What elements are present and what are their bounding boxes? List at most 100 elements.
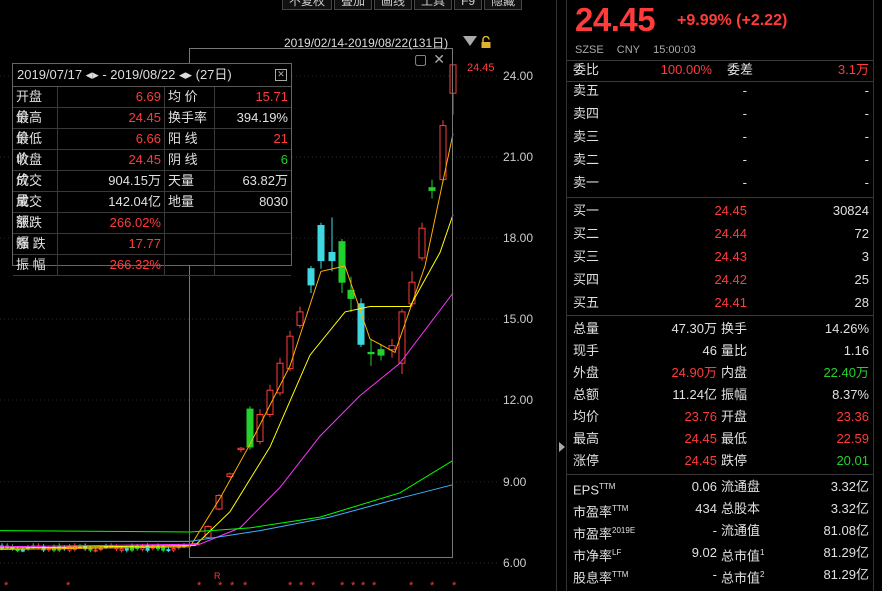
candle-body xyxy=(124,548,129,551)
range-dropdown-icon[interactable] xyxy=(463,36,477,46)
exchange: SZSE xyxy=(575,44,604,56)
stat-value: 11.24亿 xyxy=(672,387,717,402)
bid-row: 买二 24.44 72 xyxy=(567,223,877,245)
fund-label: 总市值2 xyxy=(721,570,765,586)
stat-label: 阴 线 xyxy=(165,150,215,170)
weibi-row: 委比 100.00% 委差 3.1万 xyxy=(567,59,877,81)
range-stats-row: 收盘价 24.45 阴 线 6 xyxy=(13,150,291,187)
right-edge-strip xyxy=(873,0,882,591)
bid-price: 24.41 xyxy=(714,295,747,310)
bid-price: 24.42 xyxy=(714,272,747,287)
fund-value: 9.02 xyxy=(691,545,717,560)
event-marker[interactable]: * xyxy=(361,580,365,591)
collapse-arrow-icon[interactable] xyxy=(559,442,565,452)
fund-superscript: TTM xyxy=(612,504,629,513)
candle-body xyxy=(15,549,20,552)
candle-body xyxy=(145,545,150,551)
stat-value: 266.32% xyxy=(58,255,165,275)
last-price: 24.45 xyxy=(575,1,656,38)
event-marker[interactable]: * xyxy=(372,580,376,591)
maximize-icon[interactable]: ▢ xyxy=(414,51,427,67)
stat-label: 开盘价 xyxy=(13,87,58,124)
stat-row: 现手 46 量比 1.16 xyxy=(567,340,877,362)
stat-value: 24.90万 xyxy=(671,365,717,380)
ask-row: 卖三 - - xyxy=(567,126,877,148)
ask-price: - xyxy=(742,152,747,167)
stat-label: 均价 xyxy=(573,409,600,424)
stat-value: 1.16 xyxy=(843,343,869,358)
stat-value xyxy=(215,255,291,275)
range-stats-rows: 开盘价 6.69 均 价 15.71 最高价 24.45 换手率 394.19% 最低价 6.66… xyxy=(13,87,291,276)
close-icon[interactable]: ✕ xyxy=(433,51,445,67)
stat-value: 142.04亿 xyxy=(58,192,165,212)
stat-row: 最高 24.45 最低 22.59 xyxy=(567,428,877,450)
stat-label: 换手 xyxy=(721,321,748,336)
stat-value: 24.45 xyxy=(58,150,165,170)
stat-label: 涨停 xyxy=(573,453,600,468)
event-marker[interactable]: * xyxy=(340,580,344,591)
event-marker[interactable]: * xyxy=(409,580,413,591)
range-label[interactable]: 2019/02/14-2019/08/22(131日) xyxy=(284,34,448,51)
stat-row: 外盘 24.90万 内盘 22.40万 xyxy=(567,362,877,384)
event-marker[interactable]: * xyxy=(288,580,292,591)
event-marker[interactable]: * xyxy=(218,580,222,591)
ask-volume: - xyxy=(864,129,869,144)
stat-value: 22.40万 xyxy=(823,365,869,380)
stat-value: 394.19% xyxy=(236,110,288,125)
divider xyxy=(567,197,877,198)
exchange-line: SZSE CNY 15:00:03 xyxy=(575,44,706,56)
stat-label: 最低价 xyxy=(13,129,58,166)
divider xyxy=(567,474,877,475)
stat-value: 15.71 xyxy=(255,89,288,104)
event-marker[interactable]: * xyxy=(299,580,303,591)
weicha-value: 3.1万 xyxy=(837,62,869,77)
close-panel-icon[interactable]: ✕ xyxy=(275,69,287,81)
y-tick-label: 21.00 xyxy=(503,150,534,164)
event-marker[interactable]: * xyxy=(430,580,434,591)
event-marker[interactable]: * xyxy=(66,580,70,591)
unlock-icon[interactable] xyxy=(480,36,492,48)
ask-volume: - xyxy=(864,152,869,167)
event-marker[interactable]: * xyxy=(243,580,247,591)
candle-body xyxy=(98,548,103,551)
stat-label: 现手 xyxy=(573,343,600,358)
bid-volume: 25 xyxy=(854,272,869,287)
ask-volume: - xyxy=(864,83,869,98)
stat-value: 14.26% xyxy=(824,321,869,336)
stat-label: 涨 跌 xyxy=(13,234,58,254)
stat-label: 振 幅 xyxy=(13,255,58,275)
kline-chart-area[interactable]: 不复权 叠加 画线 工具 F9 隐藏 2019/02/14-2019/08/22(131日… xyxy=(0,0,556,591)
event-marker[interactable]: * xyxy=(197,580,201,591)
ask-row: 卖四 - - xyxy=(567,103,877,125)
event-marker[interactable]: * xyxy=(351,580,355,591)
currency: CNY xyxy=(616,44,641,56)
bid-volume: 30824 xyxy=(832,203,869,218)
stat-value: 6.69 xyxy=(58,87,165,107)
event-marker[interactable]: * xyxy=(230,580,234,591)
bid-row: 买五 24.41 28 xyxy=(567,292,877,314)
stat-value: 17.77 xyxy=(58,234,165,254)
fund-row: 股息率TTM - 总市值2 81.29亿 xyxy=(567,564,877,586)
y-tick-label: 18.00 xyxy=(503,231,534,245)
range-stats-row: 涨跌幅 266.02% xyxy=(13,213,291,250)
ask-price: - xyxy=(742,129,747,144)
weibi-label: 委比 xyxy=(573,62,600,77)
event-marker[interactable]: * xyxy=(4,580,8,591)
bid-price: 24.45 xyxy=(714,203,747,218)
stat-row: 总量 47.30万 换手 14.26% xyxy=(567,318,877,340)
stat-value: 63.82万 xyxy=(242,173,288,188)
stat-label xyxy=(165,234,215,254)
stat-label: 跌停 xyxy=(721,453,748,468)
divider xyxy=(567,315,877,316)
stat-label: 总量 xyxy=(573,321,600,336)
stat-value xyxy=(215,234,291,254)
stat-value: 22.59 xyxy=(836,431,869,446)
stat-row: 总额 11.24亿 振幅 8.37% xyxy=(567,384,877,406)
event-marker[interactable]: * xyxy=(311,580,315,591)
event-marker[interactable]: * xyxy=(452,580,456,591)
y-tick-label: 15.00 xyxy=(503,312,534,326)
stat-value: 6.66 xyxy=(58,129,165,149)
stat-label: 最低 xyxy=(721,431,748,446)
weibi-value: 100.00% xyxy=(660,62,712,77)
range-stats-row: 成交额 142.04亿 地量 8030 xyxy=(13,192,291,229)
